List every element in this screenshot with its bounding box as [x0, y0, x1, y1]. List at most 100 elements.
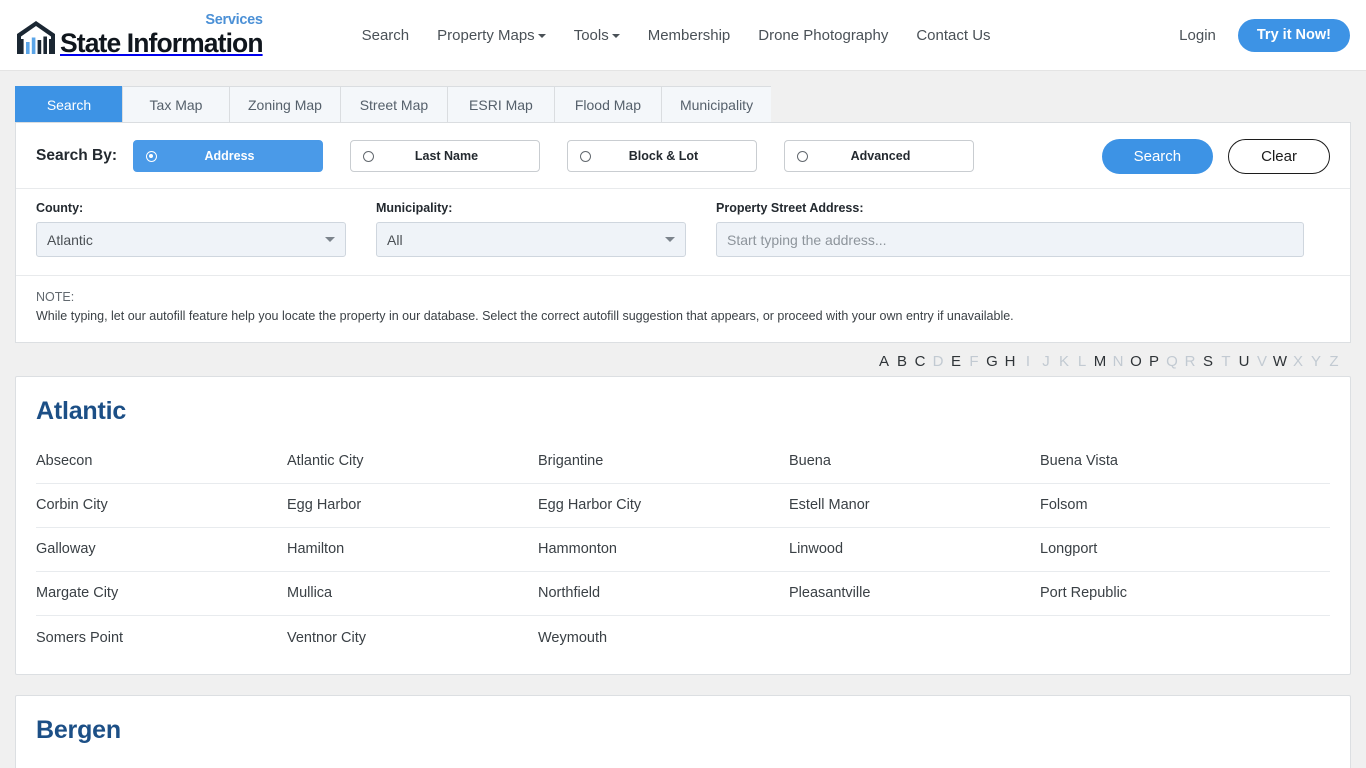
municipality-link[interactable]: Northfield: [538, 585, 789, 601]
search-button[interactable]: Search: [1101, 138, 1214, 174]
address-label: Property Street Address:: [716, 201, 864, 215]
nav-item-contact-us[interactable]: Contact Us: [902, 22, 1004, 49]
nav-item-search[interactable]: Search: [348, 22, 424, 49]
alpha-link-a[interactable]: A: [875, 353, 893, 370]
municipality-link[interactable]: Hamilton: [287, 541, 538, 557]
chevron-down-icon: [537, 33, 546, 38]
nav-item-drone-photography[interactable]: Drone Photography: [744, 22, 902, 49]
municipality-link[interactable]: Buena: [789, 453, 1040, 469]
radio-indicator: [362, 150, 374, 162]
municipality-link[interactable]: Egg Harbor: [287, 497, 538, 513]
header-actions: Login Try it Now!: [1179, 0, 1350, 71]
municipality-field: Municipality: All: [376, 201, 686, 257]
alpha-link-m[interactable]: M: [1091, 353, 1109, 370]
chevron-down-icon: [611, 33, 620, 38]
county-select[interactable]: Atlantic: [36, 222, 346, 257]
search-fields-row: County: Atlantic Municipality: All Prope…: [16, 189, 1350, 276]
alpha-link-v: V: [1256, 352, 1267, 370]
login-link[interactable]: Login: [1179, 27, 1216, 44]
table-row: Absecon Atlantic City Brigantine Buena B…: [36, 440, 1330, 484]
tab-esri-map[interactable]: ESRI Map: [446, 86, 554, 122]
nav-item-membership[interactable]: Membership: [634, 22, 745, 49]
alpha-link-k: K: [1058, 352, 1069, 370]
tab-filler: [771, 86, 1351, 122]
nav-label: Contact Us: [916, 26, 991, 44]
alpha-link-e[interactable]: E: [947, 353, 965, 370]
municipality-link[interactable]: Galloway: [36, 541, 287, 557]
radio-option-last-name[interactable]: Last Name: [349, 140, 540, 172]
alpha-link-s[interactable]: S: [1199, 353, 1217, 370]
alpha-link-w[interactable]: W: [1271, 353, 1289, 370]
search-by-label: Search By:: [36, 147, 117, 164]
tab-zoning-map[interactable]: Zoning Map: [229, 86, 340, 122]
municipality-link[interactable]: Margate City: [36, 585, 287, 601]
alpha-link-j: J: [1042, 352, 1050, 370]
alpha-link-p[interactable]: P: [1145, 353, 1163, 370]
address-field: Property Street Address: Start typing th…: [716, 201, 1304, 257]
radio-option-block-and-lot[interactable]: Block & Lot: [566, 140, 757, 172]
chevron-down-icon: [665, 237, 675, 242]
municipality-link[interactable]: Mullica: [287, 585, 538, 601]
tab-search[interactable]: Search: [15, 86, 122, 122]
address-input[interactable]: Start typing the address...: [716, 222, 1304, 257]
municipality-link[interactable]: Port Republic: [1040, 585, 1291, 601]
municipality-link[interactable]: Brigantine: [538, 453, 789, 469]
tab-municipality[interactable]: Municipality: [660, 86, 772, 122]
tab-tax-map[interactable]: Tax Map: [122, 86, 229, 122]
tab-street-map[interactable]: Street Map: [339, 86, 447, 122]
alpha-link-o[interactable]: O: [1127, 353, 1145, 370]
note-title: NOTE:: [36, 290, 75, 304]
table-row: Somers Point Ventnor City Weymouth: [36, 616, 1330, 660]
search-action-buttons: Search Clear: [1101, 138, 1330, 174]
municipality-link[interactable]: Pleasantville: [789, 585, 1040, 601]
try-it-now-button[interactable]: Try it Now!: [1237, 19, 1350, 52]
site-logo[interactable]: State Information Services: [14, 12, 264, 58]
alpha-link-d: D: [932, 352, 944, 370]
radio-option-advanced[interactable]: Advanced: [783, 140, 974, 172]
radio-option-address[interactable]: Address: [132, 140, 323, 172]
municipality-link[interactable]: Buena Vista: [1040, 453, 1291, 469]
main-nav: Search Property Maps Tools Membership Dr…: [348, 22, 1005, 49]
municipality-link[interactable]: Absecon: [36, 453, 287, 469]
nav-label: Tools: [573, 26, 609, 44]
municipality-link[interactable]: Longport: [1040, 541, 1291, 557]
nav-item-property-maps[interactable]: Property Maps: [423, 22, 560, 49]
chevron-down-icon: [325, 237, 335, 242]
nav-label: Membership: [647, 26, 731, 44]
search-by-row: Search By: Address Last Name Block & Lot…: [16, 123, 1350, 189]
municipality-link[interactable]: Corbin City: [36, 497, 287, 513]
municipality-link[interactable]: Weymouth: [538, 630, 789, 646]
municipality-link[interactable]: Ventnor City: [287, 630, 538, 646]
alpha-link-u[interactable]: U: [1235, 353, 1253, 370]
clear-button[interactable]: Clear: [1228, 138, 1330, 174]
nav-label: Property Maps: [437, 26, 535, 44]
search-panel: Search By: Address Last Name Block & Lot…: [15, 123, 1351, 343]
municipality-link[interactable]: Linwood: [789, 541, 1040, 557]
municipality-link[interactable]: Hammonton: [538, 541, 789, 557]
tab-flood-map[interactable]: Flood Map: [553, 86, 661, 122]
alpha-link-i: I: [1025, 352, 1031, 370]
table-row: Corbin City Egg Harbor Egg Harbor City E…: [36, 484, 1330, 528]
alpha-link-h[interactable]: H: [1001, 353, 1019, 370]
alpha-link-c[interactable]: C: [911, 353, 929, 370]
municipality-link[interactable]: Estell Manor: [789, 497, 1040, 513]
site-header: State Information Services Search Proper…: [0, 0, 1366, 71]
municipality-select[interactable]: All: [376, 222, 686, 257]
radio-label: Address: [204, 149, 255, 163]
county-card-atlantic: Atlantic Absecon Atlantic City Brigantin…: [15, 375, 1351, 675]
municipality-label: Municipality:: [376, 201, 453, 215]
municipality-link[interactable]: Atlantic City: [287, 453, 538, 469]
alpha-link-g[interactable]: G: [983, 353, 1001, 370]
radio-indicator: [145, 150, 157, 162]
radio-label: Advanced: [850, 149, 911, 163]
municipality-link[interactable]: Somers Point: [36, 630, 287, 646]
nav-item-tools[interactable]: Tools: [560, 22, 634, 49]
alpha-link-b[interactable]: B: [893, 353, 911, 370]
alpha-link-l: L: [1077, 352, 1087, 370]
municipality-link[interactable]: Folsom: [1040, 497, 1291, 513]
county-selected-value: Atlantic: [47, 231, 93, 248]
address-placeholder: Start typing the address...: [727, 231, 887, 248]
municipality-link[interactable]: Egg Harbor City: [538, 497, 789, 513]
alphabet-index: A B C D E F G H I J K L M N O P Q R S T …: [15, 353, 1351, 370]
alpha-link-y: Y: [1310, 352, 1321, 370]
